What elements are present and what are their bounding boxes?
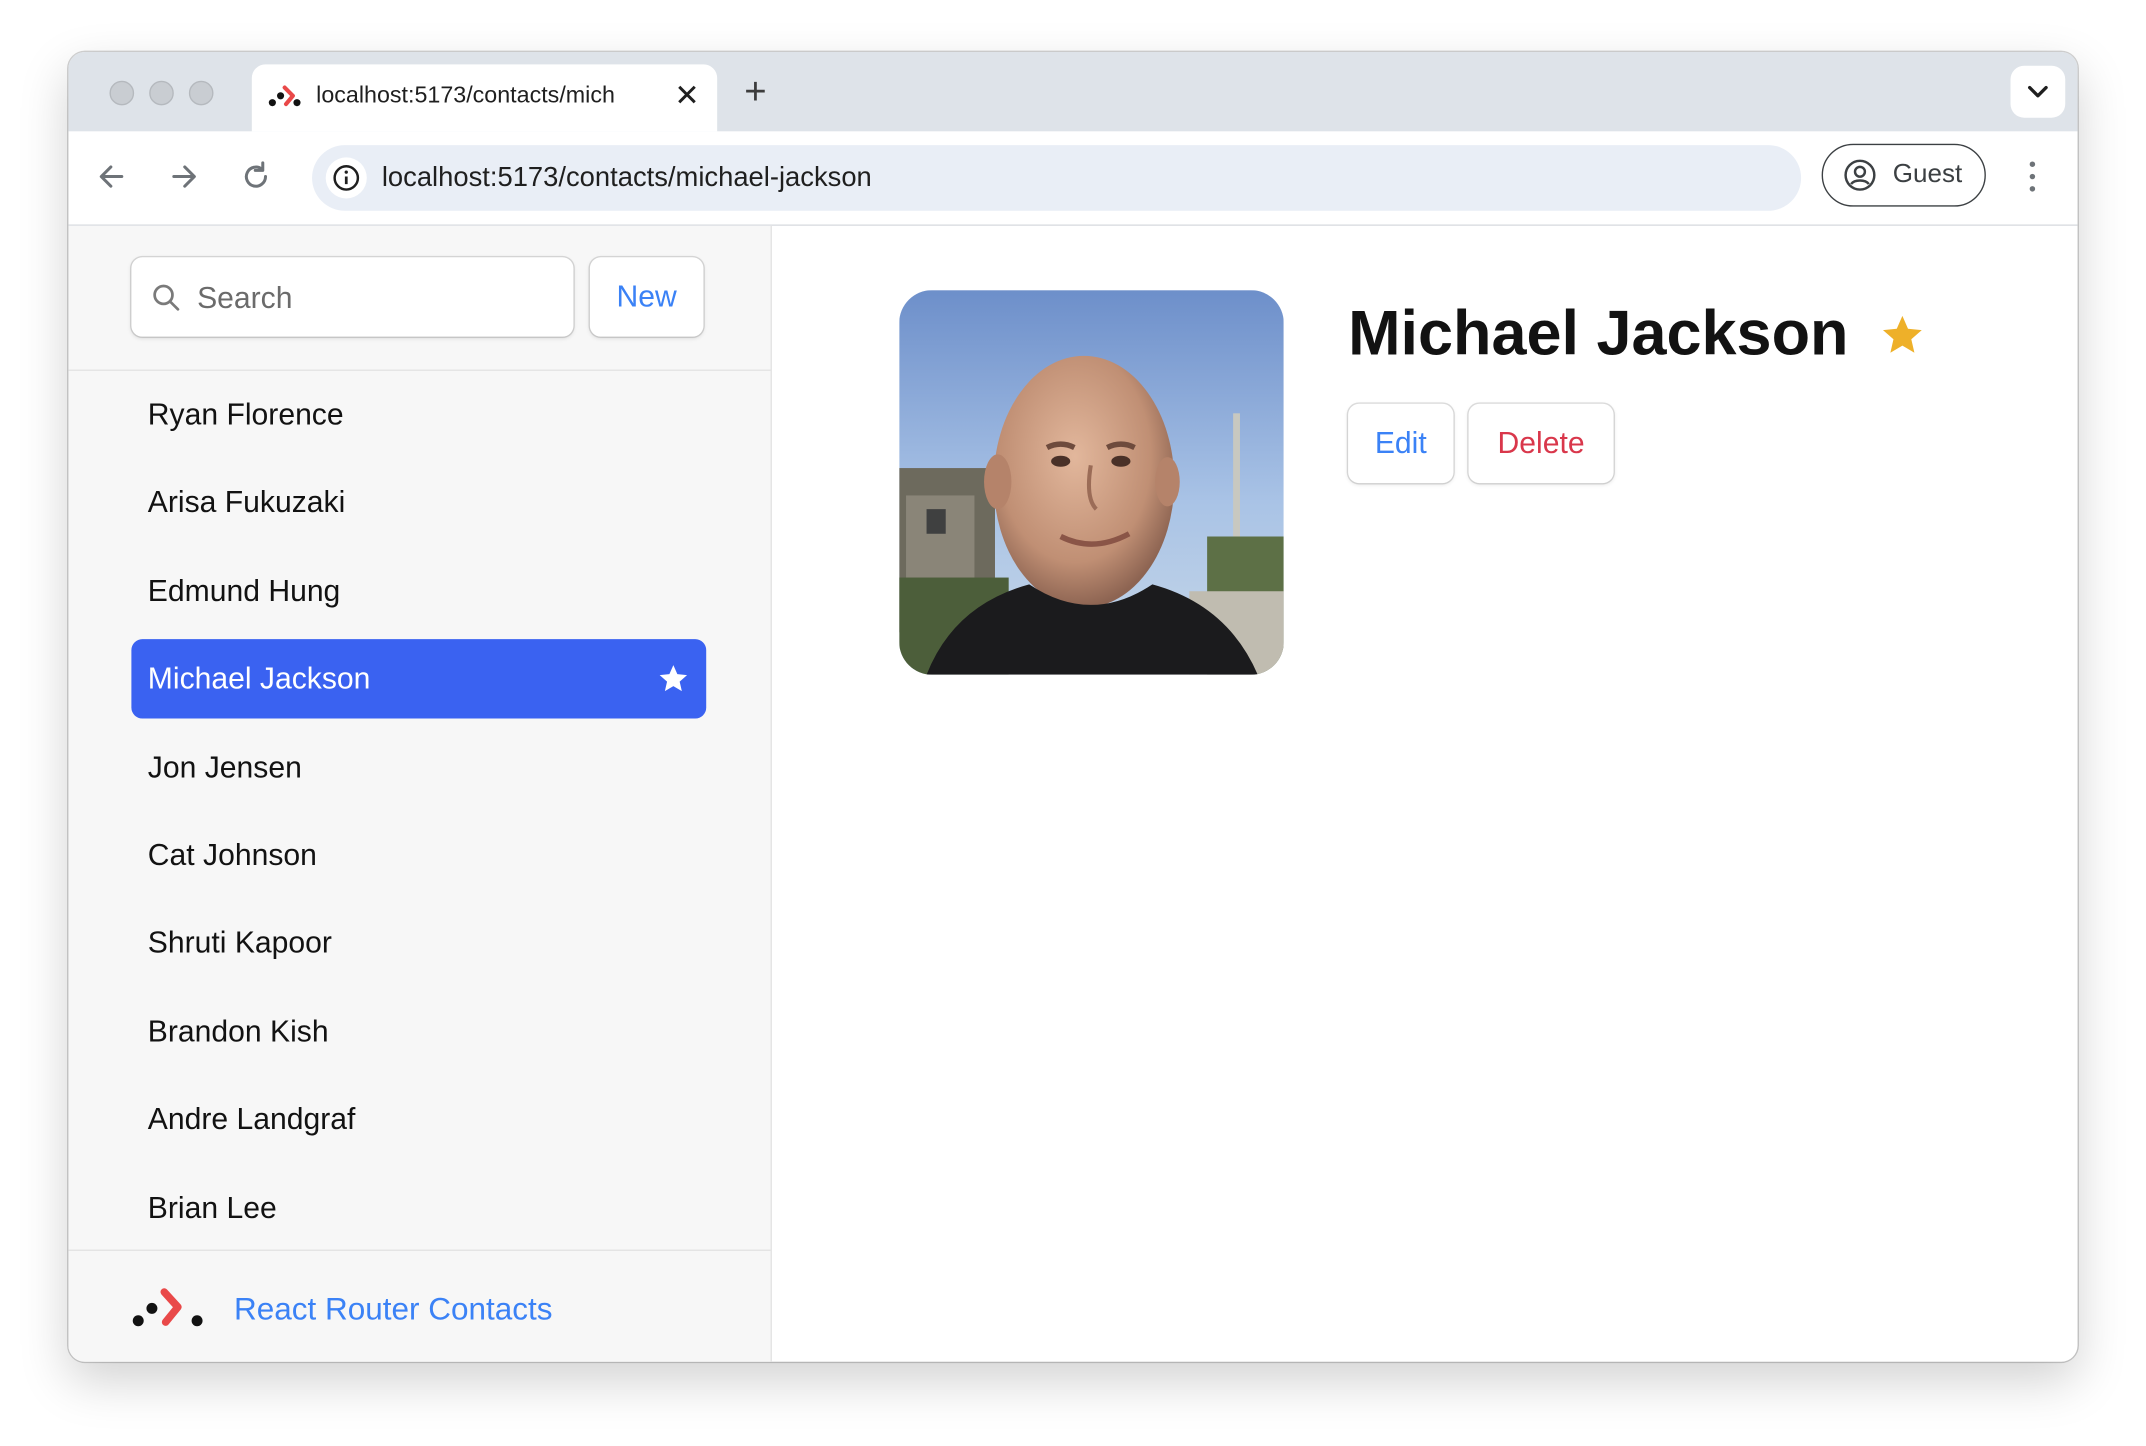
browser-toolbar: localhost:5173/contacts/michael-jackson … [68, 131, 2078, 226]
contact-name: Ryan Florence [147, 396, 344, 432]
divider [68, 369, 771, 371]
profile-label: Guest [1892, 160, 1963, 189]
close-window-button[interactable] [109, 80, 135, 106]
new-contact-button[interactable]: New [589, 257, 704, 337]
browser-window: localhost:5173/contacts/mich ✕ + localho… [68, 52, 2078, 1362]
contact-name: Shruti Kapoor [147, 925, 332, 960]
minimize-window-button[interactable] [149, 80, 174, 106]
delete-button[interactable]: Delete [1468, 403, 1614, 484]
search-icon [153, 284, 180, 311]
arrow-left-icon[interactable] [94, 159, 130, 195]
contact-name: Michael Jackson [147, 661, 371, 696]
tab-strip: localhost:5173/contacts/mich ✕ + [68, 52, 2078, 132]
star-icon [659, 665, 688, 692]
contact-name: Arisa Fukuzaki [147, 485, 346, 520]
contact-detail: Michael Jackson Edit Delete [772, 226, 2078, 1362]
react-router-favicon-icon [268, 85, 301, 107]
contact-item[interactable]: Jon Jensen [131, 728, 706, 807]
react-router-logo-icon [132, 1288, 203, 1327]
browser-tab[interactable]: localhost:5173/contacts/mich ✕ [251, 64, 718, 132]
info-icon [333, 165, 360, 191]
profile-button[interactable]: Guest [1821, 143, 1986, 207]
contact-item[interactable]: Shruti Kapoor [131, 904, 706, 983]
avatar [899, 290, 1284, 675]
avatar-photo [899, 290, 1284, 675]
contact-name: Edmund Hung [147, 573, 341, 608]
tab-title: localhost:5173/contacts/mich [316, 82, 615, 109]
contact-item[interactable]: Edmund Hung [131, 551, 706, 630]
contact-name: Cat Johnson [147, 837, 317, 872]
contact-item-active[interactable]: Michael Jackson [131, 639, 707, 719]
page-content: New Ryan Florence Arisa Fukuzaki Edmund … [68, 225, 2078, 1362]
kebab-menu-icon[interactable] [2019, 156, 2046, 197]
contact-name: Brian Lee [147, 1190, 277, 1225]
contact-item[interactable]: Andre Landgraf [131, 1080, 706, 1159]
chevron-down-icon [2028, 85, 2048, 98]
contact-name: Jon Jensen [147, 749, 302, 784]
close-icon[interactable]: ✕ [671, 79, 704, 112]
contact-item[interactable]: Brian Lee [131, 1168, 706, 1247]
tab-list-button[interactable] [2010, 65, 2066, 118]
reload-icon[interactable] [238, 159, 274, 195]
search-input[interactable] [194, 276, 556, 321]
contact-item[interactable]: Cat Johnson [131, 816, 706, 895]
favorite-star-icon[interactable] [1879, 312, 1926, 359]
plus-icon[interactable]: + [736, 72, 774, 112]
edit-button[interactable]: Edit [1348, 403, 1454, 484]
zoom-window-button[interactable] [188, 80, 214, 106]
arrow-right-icon[interactable] [166, 159, 202, 195]
app-title[interactable]: React Router Contacts [234, 1289, 552, 1327]
contact-name: Andre Landgraf [147, 1101, 356, 1137]
site-info-button[interactable] [325, 157, 367, 199]
address-bar[interactable]: localhost:5173/contacts/michael-jackson [312, 145, 1802, 211]
url-text: localhost:5173/contacts/michael-jackson [381, 162, 872, 193]
contact-list: Ryan Florence Arisa Fukuzaki Edmund Hung… [131, 375, 707, 1256]
contact-item[interactable]: Ryan Florence [131, 375, 706, 454]
contact-item[interactable]: Brandon Kish [131, 992, 706, 1071]
divider [68, 1249, 771, 1251]
contact-name: Brandon Kish [147, 1013, 329, 1049]
sidebar: New Ryan Florence Arisa Fukuzaki Edmund … [68, 225, 772, 1362]
contact-name-heading: Michael Jackson [1348, 296, 1849, 369]
search-box[interactable] [131, 257, 574, 337]
account-circle-icon [1844, 159, 1876, 191]
contact-item[interactable]: Arisa Fukuzaki [131, 463, 706, 542]
